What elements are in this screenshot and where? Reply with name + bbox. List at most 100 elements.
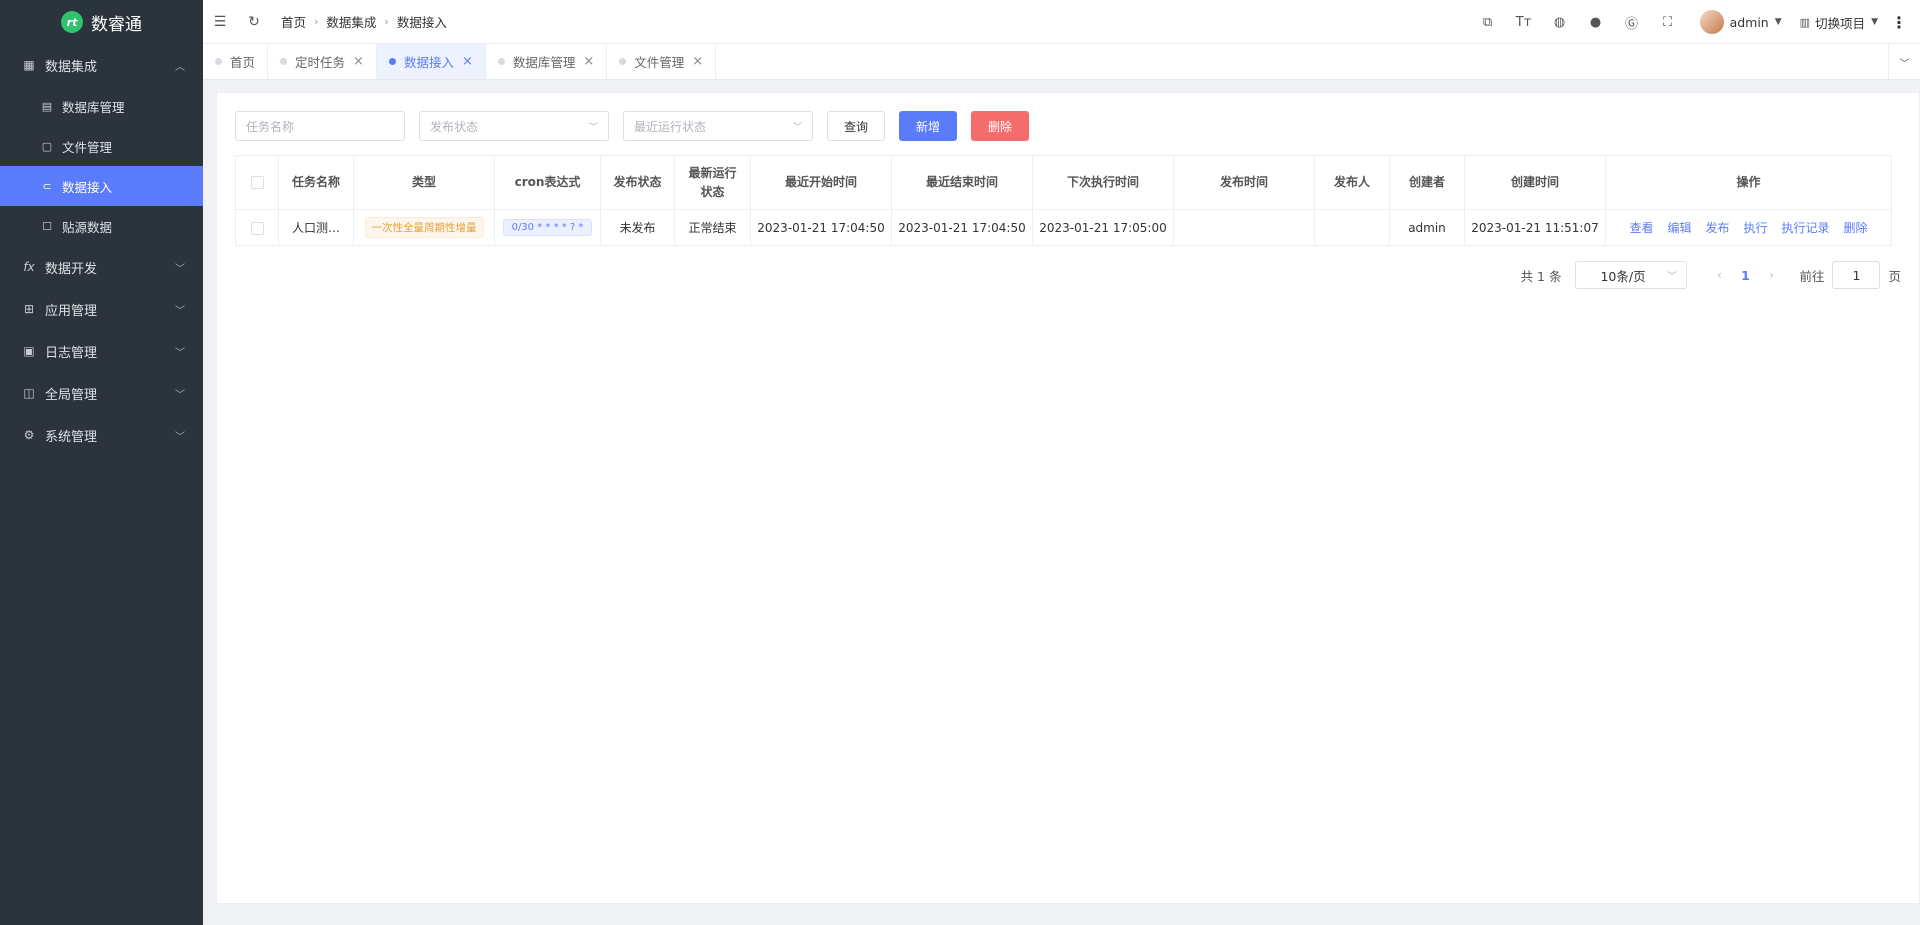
close-icon[interactable]: × (462, 54, 473, 69)
language-globe-icon[interactable]: ◍ (1542, 15, 1578, 30)
chevron-down-icon: ▼ (1871, 17, 1878, 27)
refresh-icon[interactable]: ↻ (237, 14, 271, 30)
created-at-cell: 2023-01-21 11:51:07 (1464, 209, 1606, 246)
global-icon: ◫ (23, 386, 35, 400)
sidebar-item-label: 数据库管理 (62, 99, 125, 115)
square-icon: ☐ (42, 219, 52, 233)
query-button[interactable]: 查询 (827, 111, 886, 141)
row-checkbox-cell (235, 209, 279, 246)
close-icon[interactable]: × (692, 54, 703, 69)
header-toolbar: ⧉ Tт ◍ ● Ⓖ ⛶ admin ▼ ▥ 切换项目 ▼ ⋮ (1470, 0, 1910, 44)
column-header: cron表达式 (494, 155, 601, 210)
page-tabs: 首页 定时任务 × 数据接入 × 数据库管理 × 文件管理 × ﹀ (203, 44, 1920, 80)
close-icon[interactable]: × (353, 54, 364, 69)
sidebar-item-source-data[interactable]: ☐ 贴源数据 (0, 206, 203, 246)
delete-button[interactable]: 删除 (971, 111, 1030, 141)
add-button[interactable]: 新增 (899, 111, 958, 141)
run-status-cell: 正常结束 (674, 209, 751, 246)
table-row: 人口测… 一次性全量周期性增量 0/30 * * * * ? * 未发布 正常结… (235, 209, 1892, 246)
close-icon[interactable]: × (583, 54, 594, 69)
grid-icon: ▦ (23, 58, 35, 72)
column-header-label: 最新运行状态 (688, 165, 737, 199)
publish-link[interactable]: 发布 (1705, 219, 1729, 236)
column-header: 创建时间 (1464, 155, 1606, 210)
sidebar-group-label: 数据开发 (45, 261, 98, 277)
tabs-menu-chevron-down-icon[interactable]: ﹀ (1888, 44, 1920, 80)
image-search-icon[interactable]: ⧉ (1470, 15, 1506, 30)
delete-link[interactable]: 删除 (1844, 219, 1868, 236)
goto-page-input[interactable]: 1 (1832, 261, 1881, 289)
sidebar-item-label: 文件管理 (62, 139, 113, 155)
chevron-down-icon[interactable]: ▼ (1775, 17, 1782, 27)
tab-home[interactable]: 首页 (203, 44, 269, 79)
view-link[interactable]: 查看 (1629, 219, 1653, 236)
tab-scheduled-tasks[interactable]: 定时任务 × (268, 44, 377, 79)
column-header: 创建者 (1389, 155, 1465, 210)
switch-project-dropdown[interactable]: ▥ 切换项目 ▼ (1800, 13, 1878, 32)
app-name: 数睿通 (91, 14, 142, 35)
tab-label: 首页 (230, 55, 256, 70)
page-number-current[interactable]: 1 (1733, 268, 1757, 283)
row-checkbox[interactable] (250, 221, 264, 235)
publish-status-select[interactable]: 发布状态 ﹀ (419, 111, 609, 141)
collapse-menu-icon[interactable]: ☰ (203, 14, 237, 30)
tab-label: 定时任务 (295, 55, 346, 70)
column-header: 最新运行状态 (674, 155, 751, 210)
column-header: 类型 (353, 155, 495, 210)
tab-dot (388, 58, 396, 65)
breadcrumb-item[interactable]: 首页 (281, 12, 306, 31)
sidebar-item-label: 贴源数据 (62, 219, 113, 235)
prev-page-icon[interactable]: ‹ (1705, 268, 1733, 282)
github-icon[interactable]: ● (1578, 15, 1614, 30)
more-vertical-icon[interactable]: ⋮ (1888, 13, 1910, 32)
content-card: 任务名称 发布状态 ﹀ 最近运行状态 ﹀ 查询 新增 删除 任务名称 类型 cr… (216, 92, 1920, 904)
apps-icon: ⊞ (23, 302, 35, 316)
select-all-checkbox[interactable] (250, 176, 264, 189)
sidebar-group-app-management[interactable]: ⊞ 应用管理 ﹀ (0, 288, 203, 330)
sidebar-group-system-management[interactable]: ⚙ 系统管理 ﹀ (0, 414, 203, 456)
switch-project-label: 切换项目 (1815, 15, 1866, 31)
chevron-down-icon: ﹀ (175, 431, 185, 443)
tab-dot (215, 58, 222, 65)
next-page-icon[interactable]: › (1757, 268, 1785, 282)
sidebar-group-log-management[interactable]: ▣ 日志管理 ﹀ (0, 330, 203, 372)
gitee-icon[interactable]: Ⓖ (1614, 13, 1650, 32)
sidebar-item-file-management[interactable]: ▢ 文件管理 (0, 126, 203, 166)
tab-file-management[interactable]: 文件管理 × (607, 44, 717, 79)
sidebar-group-data-development[interactable]: fx 数据开发 ﹀ (0, 246, 203, 288)
task-name-input[interactable]: 任务名称 (235, 111, 405, 141)
fullscreen-icon[interactable]: ⛶ (1650, 15, 1686, 30)
next-run-cell: 2023-01-21 17:05:00 (1032, 209, 1174, 246)
breadcrumb-separator-icon: › (384, 15, 389, 28)
sidebar-group-data-integration[interactable]: ▦ 数据集成 ︿ (0, 44, 203, 86)
cron-cell: 0/30 * * * * ? * (494, 209, 601, 246)
execution-records-link[interactable]: 执行记录 (1782, 219, 1830, 236)
sidebar-item-data-access[interactable]: ⊂ 数据接入 (0, 166, 203, 206)
tab-data-access[interactable]: 数据接入 × (376, 44, 486, 79)
breadcrumb-item[interactable]: 数据集成 (326, 12, 376, 31)
avatar[interactable] (1699, 10, 1724, 34)
goto-label: 前往 (1799, 268, 1825, 284)
sidebar-group-label: 日志管理 (45, 345, 98, 361)
fx-icon: fx (23, 260, 35, 274)
sidebar-group-global-management[interactable]: ◫ 全局管理 ﹀ (0, 372, 203, 414)
app-logo[interactable]: rt 数睿通 (0, 0, 203, 44)
last-end-cell: 2023-01-21 17:04:50 (891, 209, 1033, 246)
column-header: 任务名称 (278, 155, 354, 210)
sidebar-item-database-management[interactable]: ▤ 数据库管理 (0, 86, 203, 126)
task-name-placeholder: 任务名称 (246, 119, 295, 134)
user-name[interactable]: admin (1730, 15, 1769, 30)
execute-link[interactable]: 执行 (1744, 219, 1768, 236)
total-count: 共 1 条 (1520, 268, 1562, 284)
run-status-select[interactable]: 最近运行状态 ﹀ (623, 111, 813, 141)
chevron-up-icon: ︿ (175, 61, 185, 73)
page-size-select[interactable]: 10条/页 ﹀ (1575, 261, 1688, 289)
column-header: 发布人 (1314, 155, 1390, 210)
sidebar: rt 数睿通 ▦ 数据集成 ︿ ▤ 数据库管理 ▢ 文件管理 ⊂ 数据接入 ☐ … (0, 0, 203, 925)
chevron-down-icon: ﹀ (792, 122, 802, 133)
font-size-icon[interactable]: Tт (1506, 15, 1542, 30)
tab-database-management[interactable]: 数据库管理 × (486, 44, 608, 79)
edit-link[interactable]: 编辑 (1667, 219, 1691, 236)
sidebar-item-label: 数据接入 (62, 179, 113, 195)
log-icon: ▣ (23, 344, 35, 358)
